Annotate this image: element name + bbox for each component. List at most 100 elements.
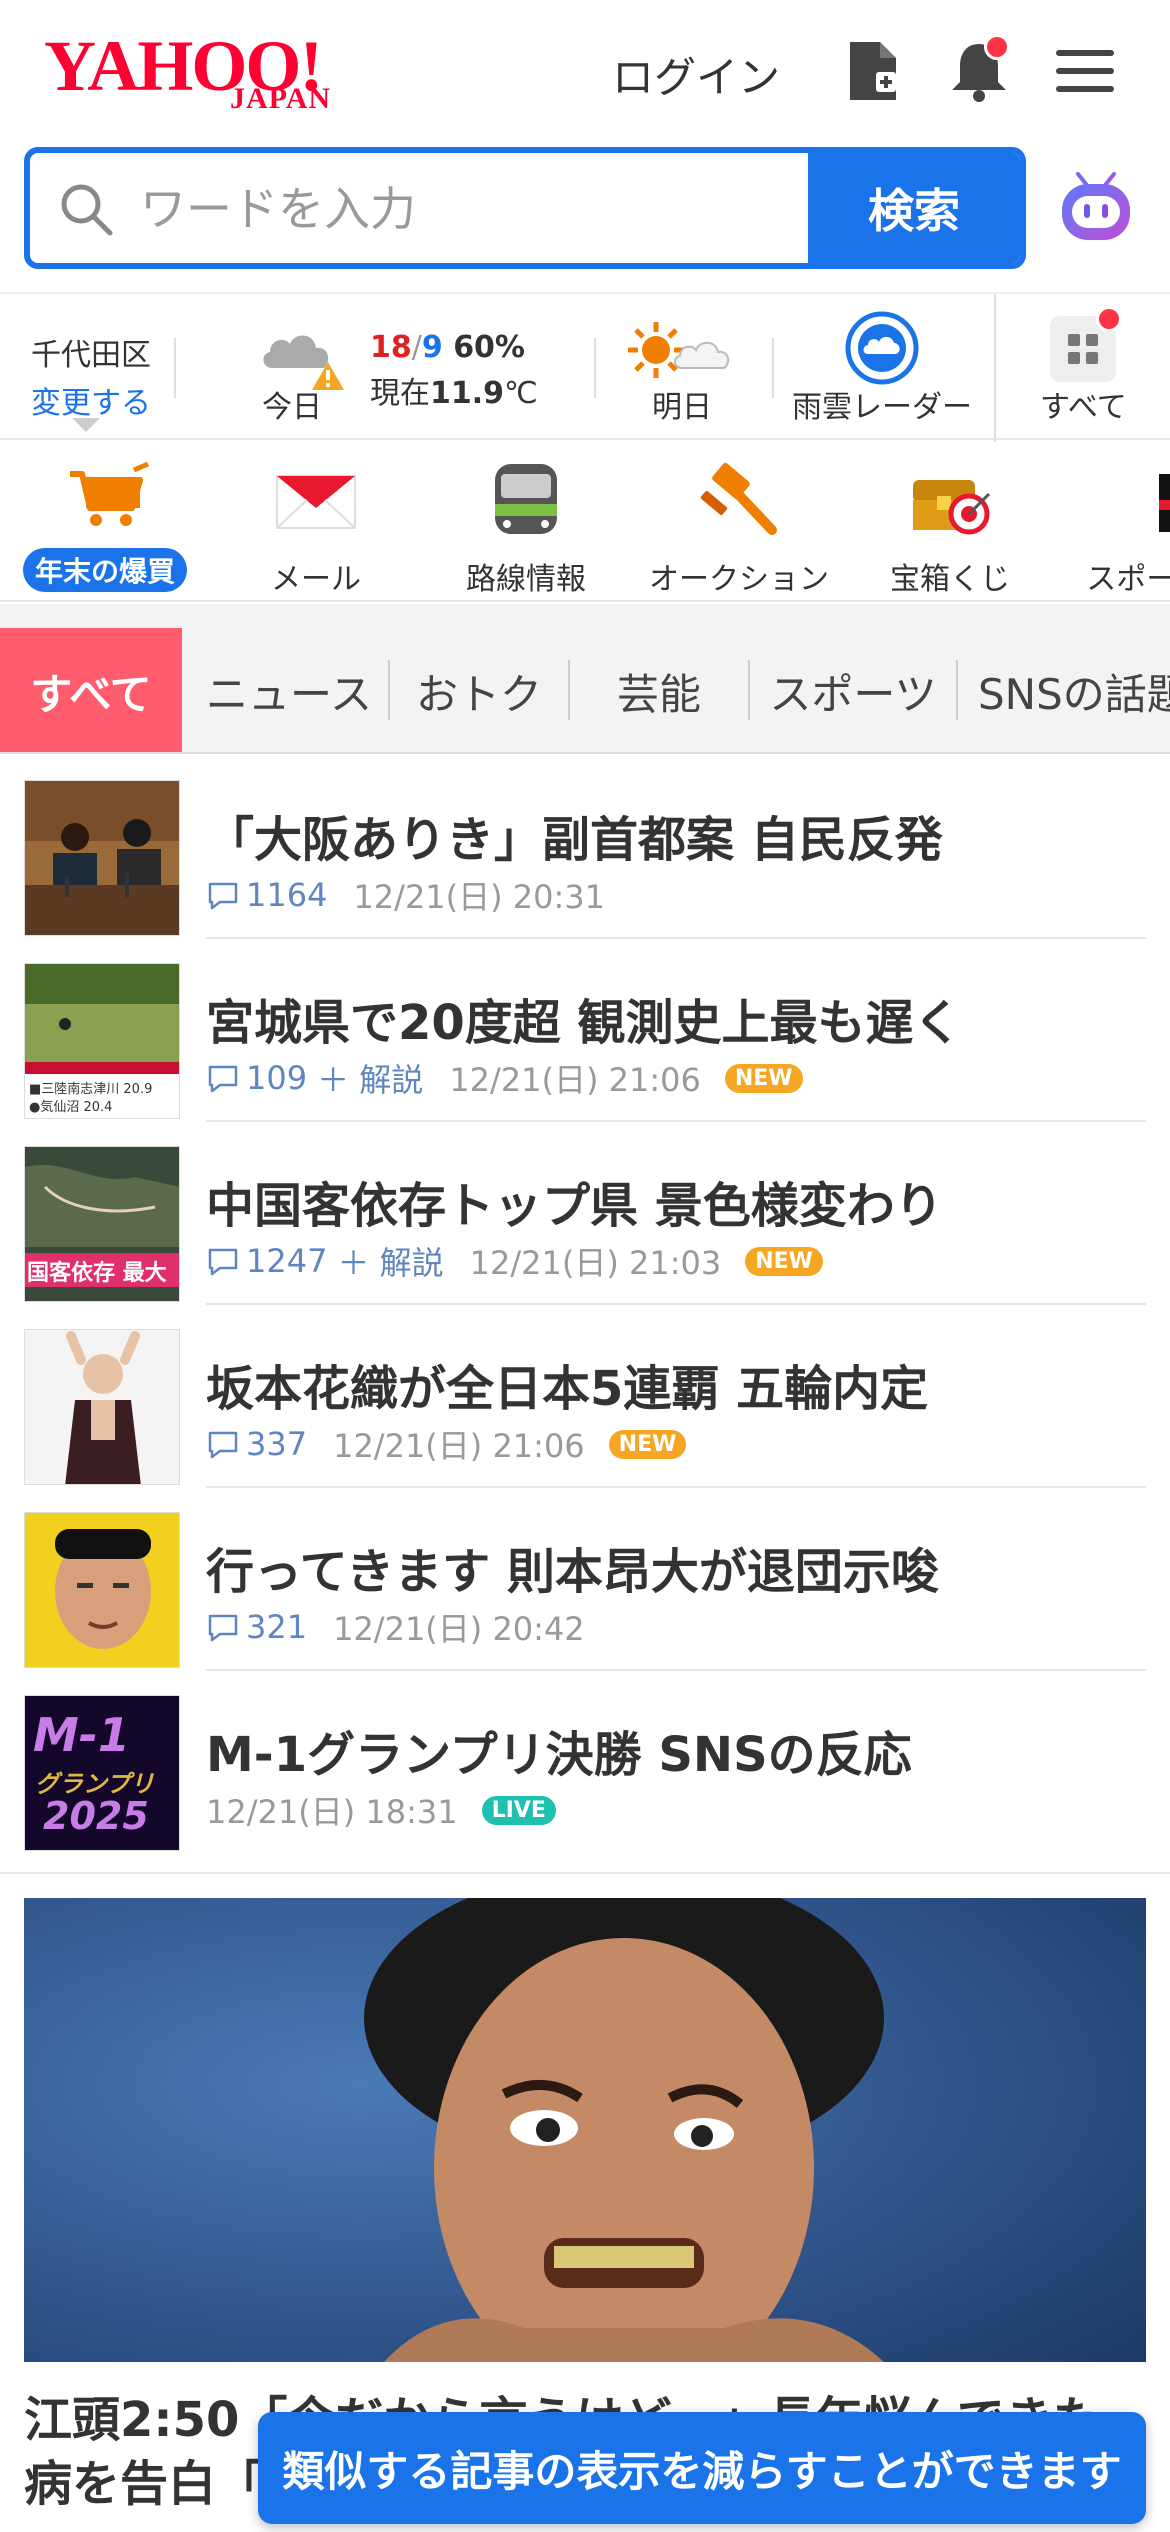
search-icon [61, 184, 113, 236]
comment-count[interactable]: 1164 [206, 876, 327, 914]
menu-icon[interactable] [1050, 36, 1120, 106]
commentary-link[interactable]: ＋ 解説 [337, 1238, 443, 1284]
comment-icon [208, 1065, 238, 1093]
news-item[interactable]: 坂本花織が全日本5連覇 五輪内定 337 12/21(日) 21:06 NEW [0, 1305, 1170, 1488]
login-link[interactable]: ログイン [612, 44, 780, 105]
thumb-caption: ●気仙沼 20.4 [29, 1100, 113, 1115]
feedback-toast[interactable]: 類似する記事の表示を減らすことができます [258, 2412, 1146, 2524]
tab-news[interactable]: ニュース [190, 628, 388, 752]
news-title: 行ってきます 則本昂大が退団示唆 [206, 1544, 939, 1600]
news-meta: 12/21(日) 18:31 LIVE [206, 1787, 556, 1833]
service-treasure[interactable]: 宝箱くじ [870, 460, 1030, 597]
new-badge: NEW [724, 1063, 803, 1093]
service-shopping[interactable]: 年末の爆買 [20, 460, 190, 592]
news-time: 12/21(日) 20:42 [333, 1610, 585, 1648]
divider [772, 338, 774, 398]
comment-count[interactable]: 321 [206, 1608, 307, 1646]
tab-all[interactable]: すべて [0, 628, 182, 752]
all-services-label: すべて [1040, 390, 1127, 425]
commentary-link[interactable]: ＋ 解説 [317, 1055, 423, 1101]
tab-entertainment[interactable]: 芸能 [570, 628, 748, 752]
search-box: 検索 [24, 147, 1026, 269]
news-meta: 337 12/21(日) 21:06 NEW [206, 1421, 687, 1467]
train-icon [495, 464, 557, 534]
services-row: 年末の爆買 メール 路線情報 オークション 宝箱くじ スポ [0, 440, 1170, 602]
add-document-icon[interactable] [838, 36, 908, 106]
tab-deals[interactable]: おトク [390, 628, 568, 752]
service-auction[interactable]: オークション [644, 460, 834, 597]
news-meta: 1247 ＋ 解説 12/21(日) 21:03 NEW [206, 1238, 823, 1284]
news-time: 12/21(日) 18:31 [206, 1793, 458, 1831]
gavel-icon [700, 462, 777, 535]
comment-count-value: 1247 [246, 1242, 328, 1280]
current-temp: 現在11.9℃ [370, 368, 538, 412]
service-transit[interactable]: 路線情報 [446, 460, 606, 597]
now-temp-value: 11.9 [430, 376, 505, 411]
news-title: 宮城県で20度超 観測史上最も遅く [206, 995, 962, 1051]
header: YAHOO! JAPAN ログイン [0, 0, 1170, 145]
news-item[interactable]: M-1 グランプリ 2025 M-1グランプリ決勝 SNSの反応 12/21(日… [0, 1671, 1170, 1854]
search-input[interactable] [140, 171, 820, 247]
all-services-icon[interactable] [1050, 306, 1122, 382]
mail-icon [276, 475, 356, 529]
divider [994, 294, 996, 442]
news-thumbnail: ■三陸南志津川 20.9 ●気仙沼 20.4 [24, 963, 180, 1119]
service-transit-label: 路線情報 [466, 562, 586, 597]
notification-dot [984, 34, 1010, 60]
change-location-link[interactable]: 変更する [26, 378, 156, 422]
divider [174, 338, 176, 398]
tab-sns[interactable]: SNSの話題 [958, 628, 1170, 752]
temperature-range: 18/9 60% [370, 330, 525, 365]
tab-sports[interactable]: スポーツ [750, 628, 956, 752]
news-item[interactable]: 行ってきます 則本昂大が退団示唆 321 12/21(日) 20:42 [0, 1488, 1170, 1671]
news-item[interactable]: ■三陸南志津川 20.9 ●気仙沼 20.4 宮城県で20度超 観測史上最も遅く… [0, 939, 1170, 1122]
news-thumbnail [24, 1512, 180, 1668]
thumb-caption: M-1 [33, 1708, 130, 1762]
comment-count[interactable]: 337 [206, 1425, 307, 1463]
thumb-caption: 2025 [43, 1794, 149, 1838]
news-item[interactable]: 「大阪ありき」副首都案 自民反発 1164 12/21(日) 20:31 [0, 756, 1170, 939]
treasure-icon [913, 480, 991, 535]
news-title: M-1グランプリ決勝 SNSの反応 [206, 1727, 912, 1783]
location[interactable]: 千代田区 変更する [26, 330, 156, 422]
rain-radar-label: 雨雲レーダー [792, 390, 972, 425]
news-thumbnail: M-1 グランプリ 2025 [24, 1695, 180, 1851]
search-button[interactable]: 検索 [808, 153, 1020, 263]
precip-chance: 60% [453, 330, 525, 365]
news-item[interactable]: 国客依存 最大 中国客依存トップ県 景色様変わり 1247 ＋ 解説 12/21… [0, 1122, 1170, 1305]
comment-count-value: 1164 [246, 876, 328, 914]
news-title: 中国客依存トップ県 景色様変わり [206, 1178, 943, 1234]
comment-icon [208, 1248, 238, 1276]
weather-bar: 千代田区 変更する 今日 18/9 60% 現在11.9℃ 明日 雨雲レーダー … [0, 292, 1170, 442]
high-temp: 18 [370, 330, 412, 365]
news-thumbnail [24, 780, 180, 936]
temp-slash: / [411, 330, 422, 365]
comment-count[interactable]: 1247 [206, 1242, 327, 1280]
comment-icon [208, 882, 238, 910]
tabs-spacer [0, 604, 1170, 628]
location-name: 千代田区 [31, 338, 151, 373]
news-title: 「大阪ありき」副首都案 自民反発 [206, 812, 943, 868]
service-mail-label: メール [271, 562, 361, 597]
divider [594, 338, 596, 398]
yahoo-japan-logo[interactable]: YAHOO! JAPAN [44, 30, 364, 120]
logo-sub-text: JAPAN [230, 82, 332, 115]
news-time: 12/21(日) 21:03 [469, 1244, 722, 1282]
ai-assistant-icon[interactable] [1056, 168, 1136, 248]
today-label: 今日 [262, 390, 322, 425]
comment-count-value: 109 [246, 1059, 308, 1097]
notification-bell-icon[interactable] [944, 34, 1014, 106]
comment-count[interactable]: 109 [206, 1059, 307, 1097]
service-sports[interactable]: スポーツ [1066, 460, 1170, 597]
section-divider [0, 1872, 1170, 1874]
comment-count-value: 337 [246, 1425, 308, 1463]
now-prefix: 現在 [370, 376, 430, 411]
news-thumbnail [24, 1329, 180, 1485]
service-mail[interactable]: メール [236, 460, 396, 597]
category-tabs: すべて ニュース おトク 芸能 スポーツ SNSの話題 [0, 628, 1170, 754]
rain-radar-icon[interactable] [844, 310, 920, 386]
service-sports-label: スポーツ [1086, 562, 1170, 597]
all-services-dot [1096, 306, 1122, 332]
service-auction-label: オークション [649, 562, 829, 597]
feature-photo[interactable] [24, 1898, 1146, 2362]
